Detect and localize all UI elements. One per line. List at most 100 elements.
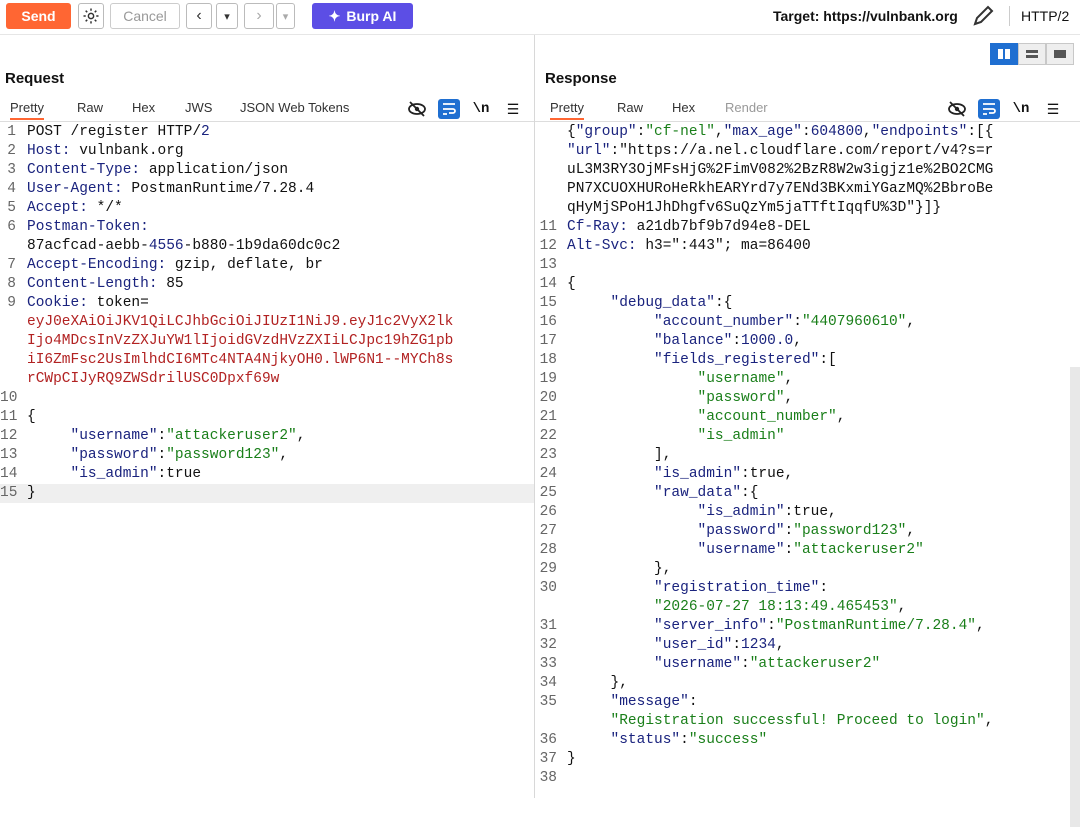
response-scrollbar[interactable] <box>1070 367 1080 827</box>
line-number: 1 <box>7 124 16 140</box>
edit-target-button[interactable] <box>970 4 998 28</box>
request-pane: Request Pretty Raw Hex JWS JSON Web Toke… <box>0 35 535 798</box>
line-number: 19 <box>539 371 557 387</box>
code-line: 14 { <box>535 275 1080 294</box>
tab-hex[interactable]: Hex <box>132 100 155 115</box>
line-text: 87acfcad-aebb-4556-b880-1b9da60dc0c2 <box>27 238 341 254</box>
response-pane: Response Pretty Raw Hex Render \n ☰ {"gr… <box>535 35 1080 827</box>
line-number: 35 <box>539 694 557 710</box>
forward-history-dropdown[interactable]: ▾ <box>276 3 295 29</box>
tab-raw[interactable]: Raw <box>77 100 103 115</box>
request-editor[interactable]: 1 POST /register HTTP/2 2 Host: vulnbank.or… <box>0 123 534 503</box>
code-line: "url":"https://a.nel.cloudflare.com/repo… <box>535 142 1080 161</box>
line-text: "server_info":"PostmanRuntime/7.28.4", <box>654 618 985 634</box>
line-text: POST /register HTTP/2 <box>27 124 210 140</box>
line-text: "2026-07-27 18:13:49.465453", <box>654 599 907 615</box>
code-line: 26 "is_admin":true, <box>535 503 1080 522</box>
layout-stacked-button[interactable] <box>1018 43 1046 65</box>
newline-toggle-button[interactable]: \n <box>1010 99 1032 119</box>
code-line: 9 Cookie: token= <box>0 294 534 313</box>
code-line: 2 Host: vulnbank.org <box>0 142 534 161</box>
response-editor[interactable]: {"group":"cf-nel","max_age":604800,"endp… <box>535 123 1080 788</box>
code-line: 15 "debug_data":{ <box>535 294 1080 313</box>
code-line: eyJ0eXAiOiJKV1QiLCJhbGciOiJIUzI1NiJ9.eyJ… <box>0 313 534 332</box>
line-text: "Registration successful! Proceed to log… <box>610 713 994 729</box>
tab-jws[interactable]: JWS <box>185 100 212 115</box>
line-text: "registration_time": <box>654 580 829 596</box>
rows-icon <box>1026 50 1038 58</box>
http-version-selector[interactable]: HTTP/2 <box>1021 8 1069 24</box>
wrap-lines-button[interactable] <box>438 99 460 119</box>
line-text: Host: vulnbank.org <box>27 143 184 159</box>
hide-nonprintable-button[interactable] <box>406 99 428 119</box>
line-text: "status":"success" <box>610 732 768 748</box>
code-line: PN7XCUOXHURoHeRkhEARYrd7y7ENd3BKxmiYGazM… <box>535 180 1080 199</box>
line-number: 12 <box>0 428 18 444</box>
line-text: "password", <box>697 390 794 406</box>
back-button[interactable]: ‹ <box>186 3 212 29</box>
send-button[interactable]: Send <box>6 3 71 29</box>
line-number: 38 <box>539 770 557 786</box>
line-number: 25 <box>539 485 557 501</box>
code-line: 31 "server_info":"PostmanRuntime/7.28.4"… <box>535 617 1080 636</box>
tab-raw[interactable]: Raw <box>617 100 643 115</box>
request-menu-button[interactable]: ☰ <box>502 99 524 119</box>
code-line: 30 "registration_time": <box>535 579 1080 598</box>
line-text: PN7XCUOXHURoHeRkhEARYrd7y7ENd3BKxmiYGazM… <box>567 181 994 197</box>
line-text: "raw_data":{ <box>654 485 759 501</box>
line-text: Content-Type: application/json <box>27 162 289 178</box>
hamburger-icon: ☰ <box>506 100 520 117</box>
line-number: 34 <box>539 675 557 691</box>
chevron-down-icon: ▾ <box>224 10 230 23</box>
columns-icon <box>998 49 1010 59</box>
line-text: Postman-Token: <box>27 219 149 235</box>
line-number: 37 <box>539 751 557 767</box>
line-text: "fields_registered":[ <box>654 352 837 368</box>
newline-toggle-button[interactable]: \n <box>470 99 492 119</box>
tab-json-web-tokens[interactable]: JSON Web Tokens <box>240 100 349 115</box>
code-line: 33 "username":"attackeruser2" <box>535 655 1080 674</box>
line-text: Cf-Ray: a21db7bf9b7d94e8-DEL <box>567 219 811 235</box>
line-number: 15 <box>0 485 18 501</box>
response-menu-button[interactable]: ☰ <box>1042 99 1064 119</box>
code-line: 29 }, <box>535 560 1080 579</box>
layout-toggle <box>990 43 1074 65</box>
layout-tabs-button[interactable] <box>1046 43 1074 65</box>
code-line: 11 { <box>0 408 534 427</box>
line-number: 7 <box>7 257 16 273</box>
code-line: 8 Content-Length: 85 <box>0 275 534 294</box>
code-line: 27 "password":"password123", <box>535 522 1080 541</box>
line-number: 22 <box>539 428 557 444</box>
wrap-icon <box>983 103 996 115</box>
line-number: 32 <box>539 637 557 653</box>
line-text: "user_id":1234, <box>654 637 785 653</box>
back-history-dropdown[interactable]: ▾ <box>216 3 238 29</box>
tab-hex[interactable]: Hex <box>672 100 695 115</box>
code-line: 21 "account_number", <box>535 408 1080 427</box>
tab-render[interactable]: Render <box>725 100 768 115</box>
layout-side-by-side-button[interactable] <box>990 43 1018 65</box>
sparkle-icon: ✦ <box>328 7 341 24</box>
newline-icon: \n <box>1012 101 1030 117</box>
line-number: 21 <box>539 409 557 425</box>
code-line: 18 "fields_registered":[ <box>535 351 1080 370</box>
line-text: Cookie: token= <box>27 295 149 311</box>
divider <box>1009 6 1010 26</box>
forward-button[interactable]: › <box>244 3 274 29</box>
chevron-left-icon: ‹ <box>196 7 202 24</box>
code-line: 4 User-Agent: PostmanRuntime/7.28.4 <box>0 180 534 199</box>
settings-gear-button[interactable] <box>78 3 104 29</box>
code-line: 28 "username":"attackeruser2" <box>535 541 1080 560</box>
line-number: 10 <box>0 390 18 406</box>
wrap-lines-button[interactable] <box>978 99 1000 119</box>
hide-nonprintable-button[interactable] <box>946 99 968 119</box>
line-number: 18 <box>539 352 557 368</box>
code-line: {"group":"cf-nel","max_age":604800,"endp… <box>535 123 1080 142</box>
cancel-button[interactable]: Cancel <box>110 3 180 29</box>
line-text: "username":"attackeruser2" <box>697 542 924 558</box>
line-text: "username", <box>697 371 794 387</box>
burp-ai-button[interactable]: ✦ Burp AI <box>312 3 413 29</box>
tab-pretty[interactable]: Pretty <box>10 100 44 120</box>
code-line: 13 "password":"password123", <box>0 446 534 465</box>
tab-pretty[interactable]: Pretty <box>550 100 584 120</box>
